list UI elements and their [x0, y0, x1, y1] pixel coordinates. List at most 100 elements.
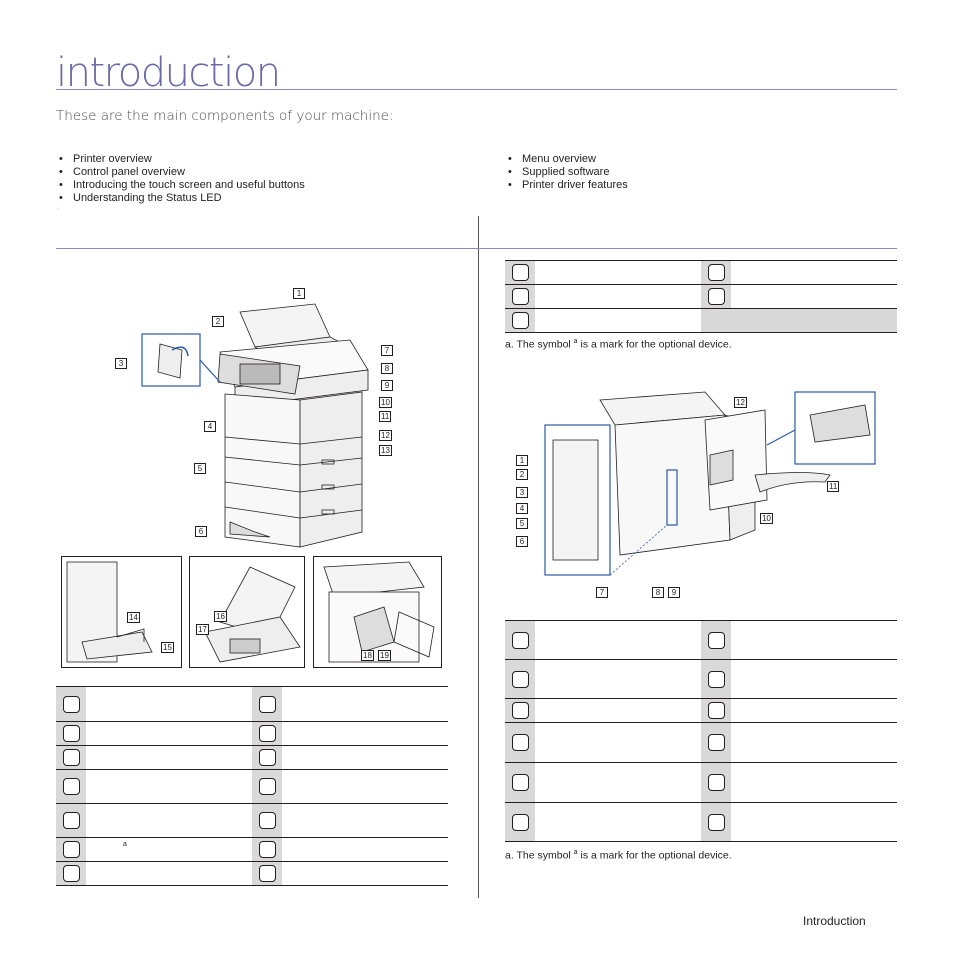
number-placeholder — [511, 631, 529, 649]
rear-callout-9: 9 — [668, 587, 680, 598]
number-placeholder — [707, 631, 725, 649]
callout-15: 15 — [161, 642, 174, 653]
number-placeholder — [62, 812, 80, 829]
rear-callout-12: 12 — [734, 397, 747, 408]
page-subtitle: These are the main components of your ma… — [56, 108, 394, 124]
number-placeholder — [62, 749, 80, 766]
rear-callout-7: 7 — [596, 587, 608, 598]
callout-19: 19 — [378, 650, 391, 661]
number-placeholder — [258, 778, 276, 795]
callout-6: 6 — [195, 526, 207, 537]
number-placeholder — [62, 865, 80, 882]
callout-11: 11 — [379, 411, 392, 422]
callout-12: 12 — [379, 430, 392, 441]
table-row — [56, 686, 448, 722]
callout-13: 13 — [379, 445, 392, 456]
number-placeholder — [258, 695, 276, 713]
number-placeholder — [258, 812, 276, 829]
toc-right: Menu overview Supplied software Printer … — [505, 153, 628, 192]
callout-16: 16 — [214, 611, 227, 622]
scanner-glass-illustration — [204, 566, 301, 663]
table-row — [56, 861, 448, 886]
rear-callout-6: 6 — [516, 536, 528, 547]
number-placeholder — [707, 670, 725, 688]
number-placeholder — [707, 734, 725, 751]
section-rule-right — [478, 248, 897, 249]
callout-10: 10 — [379, 397, 392, 408]
section-rule-left — [56, 248, 478, 249]
rear-callout-10: 10 — [760, 513, 773, 524]
optional-marker: a — [86, 837, 252, 862]
rear-callout-4: 4 — [516, 503, 528, 514]
callout-3: 3 — [115, 358, 127, 369]
toc-link-printer-overview[interactable]: Printer overview — [56, 153, 305, 166]
callout-4: 4 — [204, 421, 216, 432]
number-placeholder — [511, 288, 529, 305]
table-row — [505, 698, 897, 723]
toc-left: Printer overview Control panel overview … — [56, 153, 305, 205]
table-row — [505, 284, 897, 309]
toc-link-touch-screen[interactable]: Introducing the touch screen and useful … — [56, 179, 305, 192]
toc-link-supplied-software[interactable]: Supplied software — [505, 166, 628, 179]
rear-callout-5: 5 — [516, 518, 528, 529]
number-placeholder — [62, 725, 80, 742]
number-placeholder — [511, 312, 529, 329]
column-divider — [478, 216, 479, 898]
front-components-table: a — [56, 686, 448, 886]
number-placeholder — [62, 841, 80, 858]
table-row — [505, 802, 897, 842]
rear-top-table — [505, 260, 897, 333]
number-placeholder — [511, 702, 529, 719]
toc-link-control-panel[interactable]: Control panel overview — [56, 166, 305, 179]
callout-1: 1 — [293, 288, 305, 299]
callout-5: 5 — [194, 463, 206, 474]
number-placeholder — [707, 702, 725, 719]
table-row — [505, 620, 897, 660]
stray-mark: · — [57, 205, 60, 212]
number-placeholder — [511, 734, 529, 751]
table-row — [56, 803, 448, 838]
toc-link-driver-features[interactable]: Printer driver features — [505, 179, 628, 192]
number-placeholder — [707, 813, 725, 831]
number-placeholder — [511, 813, 529, 831]
title-divider — [56, 89, 897, 90]
callout-2: 2 — [212, 316, 224, 327]
callout-14: 14 — [127, 612, 140, 623]
inset-scanner-glass — [189, 556, 305, 668]
callout-8: 8 — [381, 363, 393, 374]
callout-9: 9 — [381, 380, 393, 391]
rear-components-table — [505, 620, 897, 842]
number-placeholder — [511, 264, 529, 281]
table-row — [505, 659, 897, 699]
table-row — [56, 769, 448, 804]
table-row — [505, 308, 897, 333]
number-placeholder — [258, 725, 276, 742]
number-placeholder — [707, 264, 725, 281]
number-placeholder — [511, 670, 529, 688]
table-row — [505, 722, 897, 763]
number-placeholder — [511, 774, 529, 791]
callout-7: 7 — [381, 345, 393, 356]
number-placeholder — [707, 774, 725, 791]
toc-link-status-led[interactable]: Understanding the Status LED — [56, 192, 305, 205]
number-placeholder — [62, 778, 80, 795]
number-placeholder — [258, 749, 276, 766]
rear-callout-3: 3 — [516, 487, 528, 498]
page-footer: Introduction — [803, 914, 866, 928]
toc-link-menu-overview[interactable]: Menu overview — [505, 153, 628, 166]
rear-callout-8: 8 — [652, 587, 664, 598]
table-row — [56, 745, 448, 770]
number-placeholder — [707, 288, 725, 305]
callout-18: 18 — [361, 650, 374, 661]
callout-17: 17 — [196, 624, 209, 635]
rear-callout-1: 1 — [516, 455, 528, 466]
rear-callout-11: 11 — [827, 481, 840, 492]
front-view-diagram — [141, 303, 369, 548]
table-row: a — [56, 837, 448, 862]
table-row — [505, 260, 897, 285]
optional-device-note-bottom: a. The symbol a is a mark for the option… — [505, 849, 732, 862]
rear-callout-2: 2 — [516, 469, 528, 480]
number-placeholder — [62, 695, 80, 713]
table-row — [505, 762, 897, 803]
number-placeholder — [258, 865, 276, 882]
